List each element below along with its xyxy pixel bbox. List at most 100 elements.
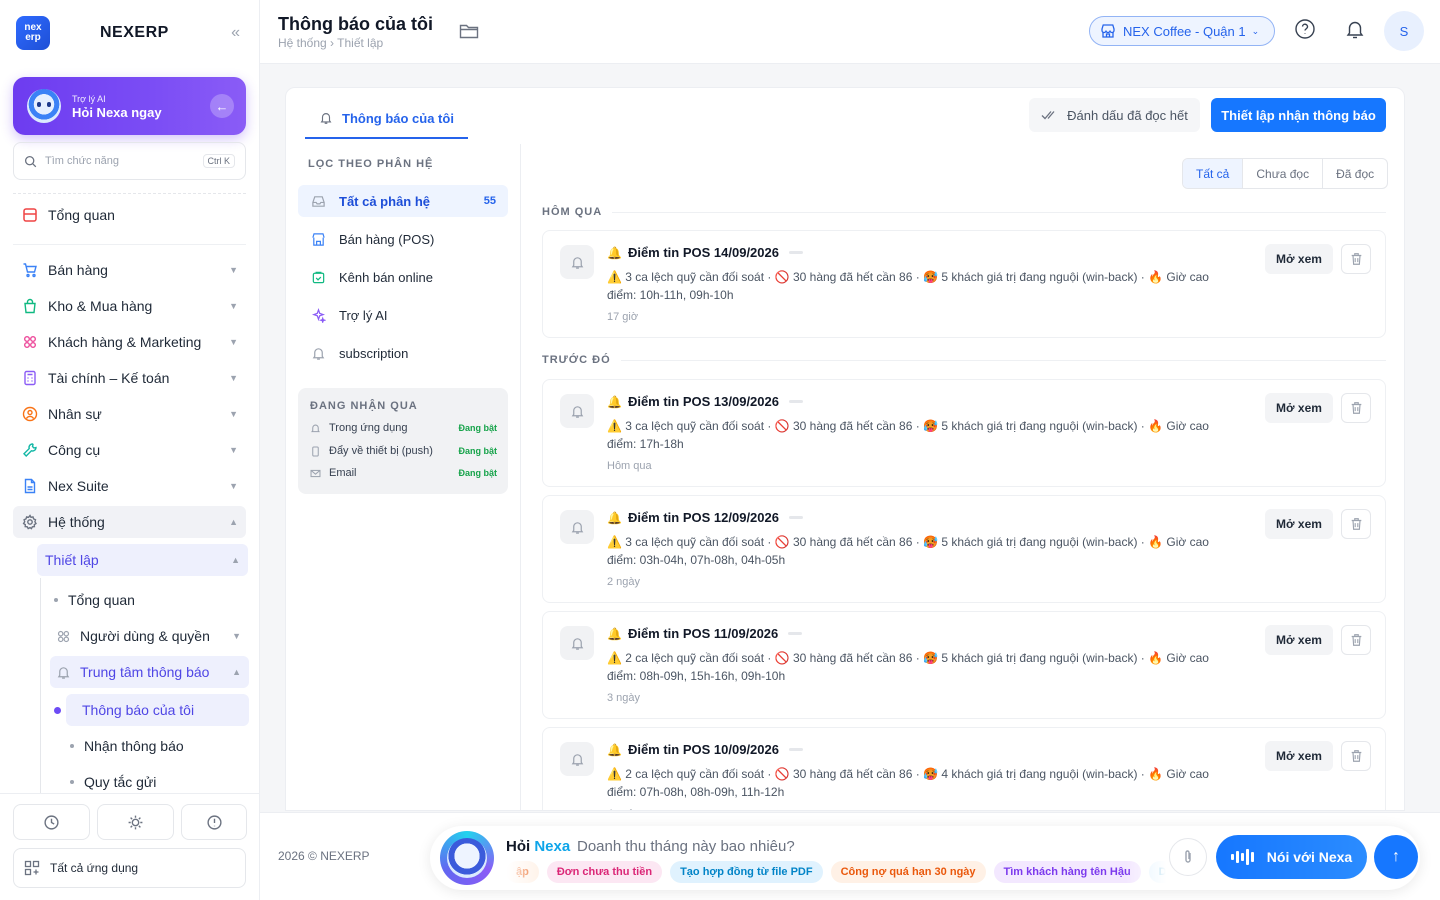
unread-indicator (788, 632, 803, 635)
filter-all[interactable]: Tất cả (1183, 159, 1243, 188)
grid-plus-icon (24, 860, 40, 876)
ask-label: Hỏi (506, 838, 531, 855)
suggestion-chip[interactable]: ập (506, 861, 539, 883)
notification-card[interactable]: 🔔 Điểm tin POS 12/09/2026 ⚠️ 3 ca lệch quỹ… (542, 495, 1386, 603)
filter-unread[interactable]: Chưa đọc (1242, 159, 1322, 188)
bullet-icon (70, 744, 74, 748)
double-check-icon (1041, 111, 1055, 120)
suggestion-chip[interactable]: Tạo hợp đồng từ file PDF (670, 861, 823, 883)
filter-item-0[interactable]: Tất cả phân hệ 55 (298, 185, 508, 217)
open-button[interactable]: Mở xem (1265, 509, 1333, 539)
sparkle-icon (310, 307, 327, 324)
nav-receive-notifications[interactable]: Nhận thông báo (70, 730, 184, 762)
suggestion-chip[interactable]: Đơn chưa thu tiền (546, 861, 663, 883)
channel-label: Trong ứng dụng (329, 422, 408, 434)
breadcrumb[interactable]: Hệ thống › Thiết lập (278, 36, 383, 50)
notification-card[interactable]: 🔔 Điểm tin POS 14/09/2026 ⚠️ 3 ca lệch quỹ… (542, 230, 1386, 338)
chevron-up-icon: ▲ (232, 667, 241, 677)
bell-icon (310, 345, 327, 362)
open-button[interactable]: Mở xem (1265, 393, 1333, 423)
trash-icon (1351, 253, 1361, 265)
sidebar-item-5[interactable]: Công cụ ▼ (13, 434, 246, 466)
store-selector[interactable]: NEX Coffee - Quận 1 ⌄ (1089, 16, 1275, 46)
notification-settings-button[interactable]: Thiết lập nhận thông báo (1211, 98, 1386, 132)
nav-notification-center[interactable]: Trung tâm thông báo ▲ (50, 656, 249, 688)
folder-icon[interactable] (459, 22, 479, 40)
collapse-sidebar-icon[interactable]: « (231, 24, 240, 42)
help-icon[interactable] (1294, 18, 1316, 40)
nav-setup[interactable]: Thiết lập ▲ (37, 544, 248, 576)
delete-button[interactable] (1341, 625, 1371, 655)
user-avatar[interactable]: S (1384, 11, 1424, 51)
suggestion-chip[interactable]: Tìm khách hàng tên Hậu (993, 861, 1141, 883)
delete-button[interactable] (1341, 244, 1371, 274)
arrow-up-icon: ↑ (1392, 848, 1400, 865)
sidebar-item-1[interactable]: Kho & Mua hàng ▼ (13, 290, 246, 322)
chevron-down-icon: ▼ (229, 445, 238, 455)
notification-body: ⚠️ 2 ca lệch quỹ cần đối soát · 🚫 30 hàn… (607, 767, 1209, 799)
all-apps-button[interactable]: Tất cả ứng dụng (13, 848, 246, 888)
notification-card[interactable]: 🔔 Điểm tin POS 13/09/2026 ⚠️ 3 ca lệch quỹ… (542, 379, 1386, 487)
chevron-down-icon: ⌄ (1251, 25, 1260, 36)
status-badge: Đang bật (458, 423, 497, 433)
arrow-left-icon[interactable]: ← (210, 94, 234, 118)
wrench-icon (21, 441, 39, 459)
notification-title-text: Điểm tin POS 13/09/2026 (627, 394, 779, 409)
delete-button[interactable] (1341, 741, 1371, 771)
dashboard-icon (21, 206, 39, 224)
history-button[interactable] (13, 804, 90, 840)
suggestion-chip[interactable]: Do (1148, 861, 1166, 883)
users-icon (57, 630, 70, 642)
filter-item-4[interactable]: subscription (298, 337, 508, 369)
sidebar: nex erp NEXERP « Trợ lý AI Hỏi Nexa ngay… (0, 0, 260, 900)
delete-button[interactable] (1341, 393, 1371, 423)
filter-item-1[interactable]: Bán hàng (POS) (298, 223, 508, 255)
delete-button[interactable] (1341, 509, 1371, 539)
users-icon (21, 333, 39, 351)
sidebar-item-4[interactable]: Nhân sự ▼ (13, 398, 246, 430)
nav-sub-overview[interactable]: Tổng quan (54, 584, 135, 616)
sidebar-item-label: Kho & Mua hàng (48, 298, 153, 314)
calculator-icon (21, 369, 39, 387)
sidebar-item-2[interactable]: Khách hàng & Marketing ▼ (13, 326, 246, 358)
sidebar-item-6[interactable]: Nex Suite ▼ (13, 470, 246, 502)
nav-overview[interactable]: Tổng quan (13, 199, 246, 231)
nav-overview-label: Tổng quan (48, 207, 115, 223)
notification-bell-icon[interactable] (1344, 18, 1366, 40)
open-button[interactable]: Mở xem (1265, 741, 1333, 771)
open-button[interactable]: Mở xem (1265, 625, 1333, 655)
search-box[interactable]: Ctrl K (13, 142, 246, 180)
notification-body: ⚠️ 3 ca lệch quỹ cần đối soát · 🚫 30 hàn… (607, 535, 1209, 567)
sidebar-item-7[interactable]: Hệ thống ▲ (13, 506, 246, 538)
bullet-icon (70, 780, 74, 784)
notification-card[interactable]: 🔔 Điểm tin POS 10/09/2026 ⚠️ 2 ca lệch quỹ… (542, 727, 1386, 810)
notification-card[interactable]: 🔔 Điểm tin POS 11/09/2026 ⚠️ 2 ca lệch quỹ… (542, 611, 1386, 719)
trash-icon (1351, 402, 1361, 414)
nav-my-notifications[interactable]: Thông báo của tôi (66, 694, 249, 726)
search-input[interactable] (45, 155, 185, 167)
ask-nexa-card[interactable]: Trợ lý AI Hỏi Nexa ngay ← (13, 77, 246, 135)
suggestion-chips: ập Đơn chưa thu tiền Tạo hợp đồng từ file … (506, 861, 1166, 883)
suggested-question[interactable]: Doanh thu tháng này bao nhiêu? (577, 838, 795, 855)
filter-count: 55 (483, 195, 496, 207)
theme-button[interactable] (97, 804, 174, 840)
filter-label: subscription (339, 345, 409, 361)
send-button[interactable]: ↑ (1374, 835, 1418, 879)
notification-time: 2 ngày (607, 576, 641, 588)
sidebar-item-0[interactable]: Bán hàng ▼ (13, 254, 246, 286)
suggestion-chip[interactable]: Công nợ quá hạn 30 ngày (830, 861, 986, 883)
tab-my-notifications[interactable]: Thông báo của tôi (305, 99, 468, 139)
inbox-icon (310, 193, 327, 210)
filter-read[interactable]: Đã đọc (1322, 159, 1387, 188)
brand-logo: nex erp (16, 16, 50, 50)
alert-button[interactable] (181, 804, 247, 840)
nav-users-roles[interactable]: Người dùng & quyền ▼ (50, 620, 249, 652)
mark-all-read-button[interactable]: Đánh dấu đã đọc hết (1029, 98, 1200, 132)
attach-button[interactable] (1169, 838, 1207, 876)
filter-item-2[interactable]: Kênh bán online (298, 261, 508, 293)
talk-to-nexa-button[interactable]: Nói với Nexa (1216, 835, 1367, 879)
open-button[interactable]: Mở xem (1265, 244, 1333, 274)
filter-item-3[interactable]: Trợ lý AI (298, 299, 508, 331)
sidebar-item-3[interactable]: Tài chính – Kế toán ▼ (13, 362, 246, 394)
channel-label: Email (329, 467, 357, 479)
